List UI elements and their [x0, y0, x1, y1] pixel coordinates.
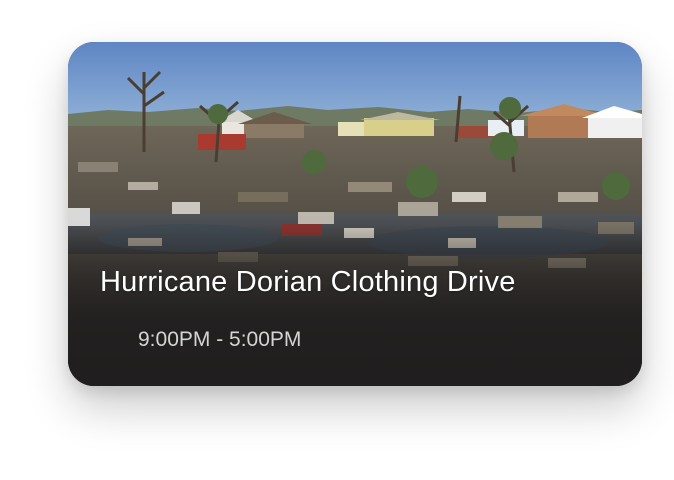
event-time-range: 9:00PM - 5:00PM [138, 328, 302, 351]
event-title: Hurricane Dorian Clothing Drive [100, 266, 516, 298]
event-card[interactable]: Hurricane Dorian Clothing Drive 9:00PM -… [68, 42, 642, 386]
caption-gradient-overlay [68, 226, 642, 386]
screen: Hurricane Dorian Clothing Drive 9:00PM -… [0, 0, 674, 480]
